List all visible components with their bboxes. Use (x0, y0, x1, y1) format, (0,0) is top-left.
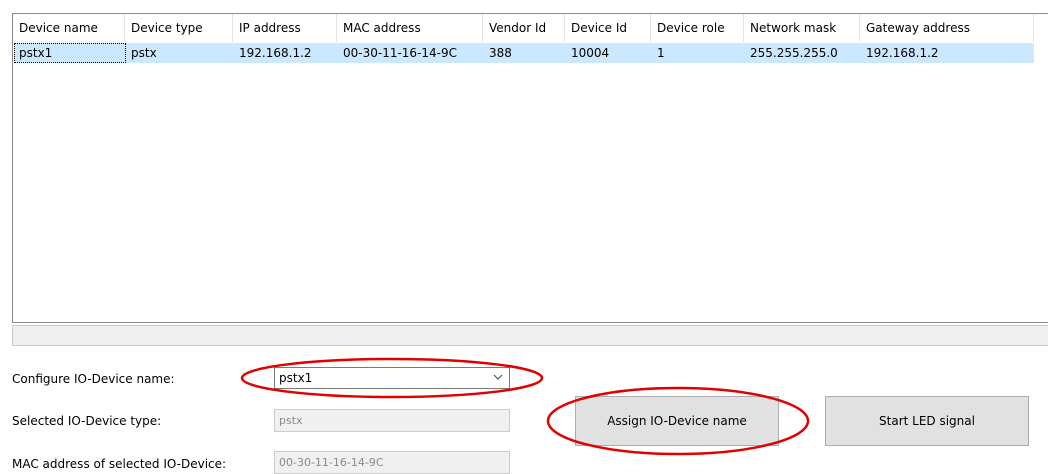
mac-address-label: MAC address of selected IO-Device: (12, 457, 227, 471)
device-type-field: pstx (274, 409, 510, 432)
assign-button-label: Assign IO-Device name (607, 414, 747, 428)
column-header-device-name[interactable]: Device name (13, 14, 125, 42)
mac-address-field: 00-30-11-16-14-9C (274, 451, 510, 474)
column-header-network-mask[interactable]: Network mask (744, 14, 860, 42)
cell-network-mask: 255.255.255.0 (750, 46, 838, 60)
cell-vendor-id: 388 (489, 46, 512, 60)
start-led-signal-button[interactable]: Start LED signal (825, 396, 1029, 446)
assign-io-device-name-button[interactable]: Assign IO-Device name (575, 396, 779, 446)
column-header-device-type[interactable]: Device type (125, 14, 233, 42)
cell-ip-address: 192.168.1.2 (239, 46, 312, 60)
cell-device-name: pstx1 (19, 46, 53, 60)
device-type-label: Selected IO-Device type: (12, 414, 162, 428)
list-header: Device name Device type IP address MAC a… (13, 14, 1048, 42)
column-header-gateway-address[interactable]: Gateway address (860, 14, 1034, 42)
column-header-device-role[interactable]: Device role (651, 14, 744, 42)
device-name-combobox[interactable]: pstx1 (274, 367, 510, 389)
column-header-device-id[interactable]: Device Id (565, 14, 651, 42)
column-header-vendor-id[interactable]: Vendor Id (483, 14, 565, 42)
horizontal-scrollbar[interactable] (12, 325, 1048, 346)
cell-mac-address: 00-30-11-16-14-9C (343, 46, 458, 60)
column-header-mac-address[interactable]: MAC address (337, 14, 483, 42)
device-name-value: pstx1 (279, 371, 313, 385)
chevron-down-icon[interactable] (493, 373, 503, 381)
led-button-label: Start LED signal (879, 414, 975, 428)
table-row[interactable]: pstx1 pstx 192.168.1.2 00-30-11-16-14-9C… (14, 43, 1034, 63)
column-header-ip-address[interactable]: IP address (233, 14, 337, 42)
configure-name-label: Configure IO-Device name: (12, 372, 175, 386)
device-list[interactable]: Device name Device type IP address MAC a… (12, 13, 1048, 323)
cell-device-role: 1 (657, 46, 665, 60)
cell-device-id: 10004 (571, 46, 610, 60)
cell-gateway-address: 192.168.1.2 (866, 46, 939, 60)
cell-device-type: pstx (131, 46, 157, 60)
